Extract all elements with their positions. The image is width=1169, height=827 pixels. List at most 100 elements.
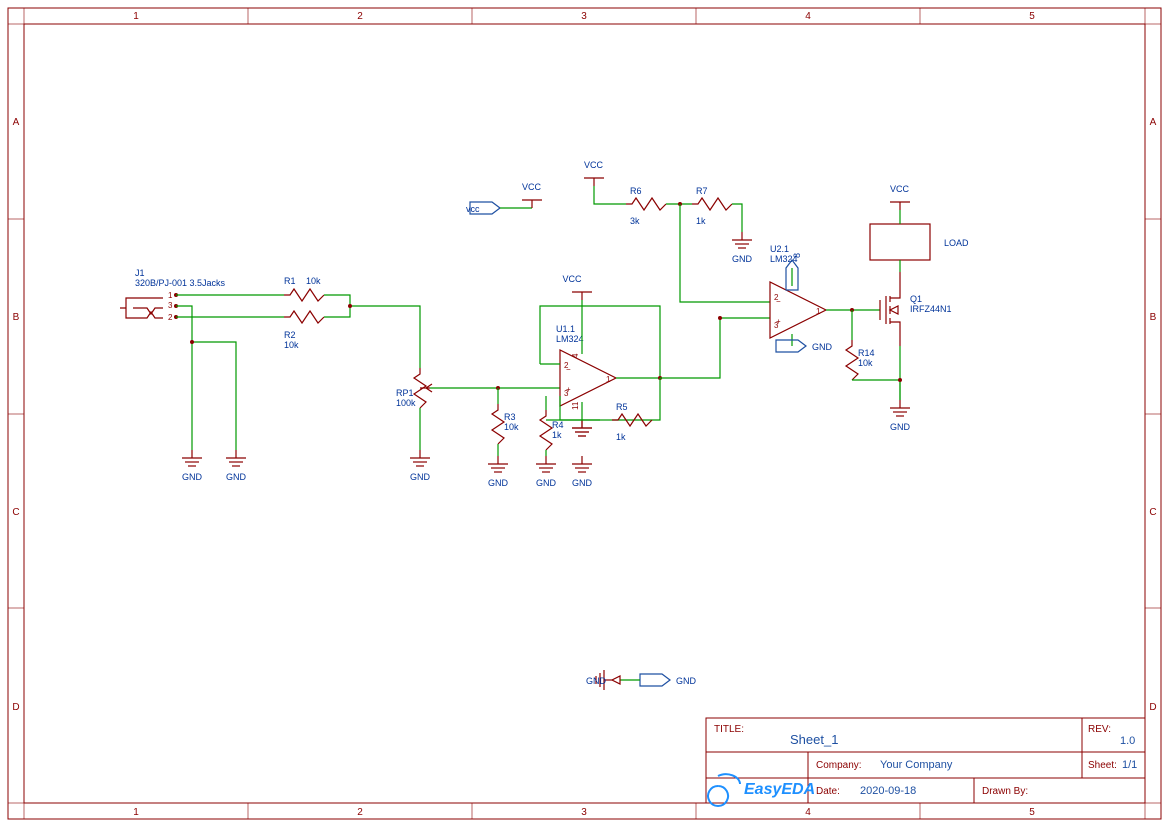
col-3-bot: 3 <box>581 807 587 818</box>
svg-text:+: + <box>776 317 781 326</box>
resistor-r5: R5 1k <box>546 378 660 442</box>
sheet-label: Sheet: <box>1088 760 1117 771</box>
r14-val: 10k <box>858 358 873 368</box>
gnd-port-text: GND <box>676 676 697 686</box>
row-c-left: C <box>12 507 19 518</box>
row-d-left: D <box>12 702 19 713</box>
gnd-q1: GND <box>890 422 911 432</box>
u2-ref: U2.1 <box>770 244 789 254</box>
vcc-top: VCC <box>584 160 604 170</box>
col-2-bot: 2 <box>357 807 363 818</box>
resistor-r3: R3 10k <box>492 404 519 444</box>
row-b-right: B <box>1150 312 1157 323</box>
svg-text:11: 11 <box>571 401 580 410</box>
easyeda-logo: EasyEDA <box>708 774 815 806</box>
col-2-top: 2 <box>357 11 363 22</box>
vcc-port-text: vcc <box>466 204 480 214</box>
r14-ref: R14 <box>858 348 875 358</box>
resistor-r2: R2 10k <box>284 311 324 350</box>
r2-ref: R2 <box>284 330 296 340</box>
opamp-u1: U1.1 LM324 2 3 1 4 11 − + <box>556 324 616 410</box>
gnd-r3: GND <box>488 478 509 488</box>
gnd-r7: GND <box>732 254 753 264</box>
vcc-netlabel: vcc VCC <box>466 182 542 214</box>
drawn-label: Drawn By: <box>982 786 1028 797</box>
r4-ref: R4 <box>552 420 564 430</box>
u1-val: LM324 <box>556 334 584 344</box>
circuit: J1 320B/PJ-001 3.5Jacks 1 3 2 GND GND R1… <box>120 160 969 690</box>
j1-val: 320B/PJ-001 3.5Jacks <box>135 278 226 288</box>
j1-ref: J1 <box>135 268 145 278</box>
col-5-bot: 5 <box>1029 807 1035 818</box>
svg-text:1: 1 <box>606 375 611 384</box>
r3-val: 10k <box>504 422 519 432</box>
svg-text:+: + <box>566 385 571 394</box>
col-3-top: 3 <box>581 11 587 22</box>
j1-pin1: 1 <box>168 291 173 300</box>
gnd-u1: GND <box>572 478 593 488</box>
row-b-left: B <box>13 312 20 323</box>
j1-pin2: 2 <box>168 313 173 322</box>
gnd-j1b: GND <box>226 472 247 482</box>
schematic-sheet: 1 2 3 4 5 1 2 3 4 5 A B C D A B C D <box>0 0 1169 827</box>
svg-text:−: − <box>776 297 781 306</box>
resistor-r6: R6 3k <box>626 186 666 226</box>
date-value: 2020-09-18 <box>860 785 916 797</box>
col-5-top: 5 <box>1029 11 1035 22</box>
q1-val: IRFZ44N1 <box>910 304 952 314</box>
pot-rp1: RP1 100k <box>396 368 470 408</box>
r3-ref: R3 <box>504 412 516 422</box>
u2-gnd-lbl: GND <box>812 342 833 352</box>
rp1-ref: RP1 <box>396 388 414 398</box>
logo-text: EasyEDA <box>744 781 815 798</box>
r4-val: 1k <box>552 430 562 440</box>
mosfet-q1: Q1 IRFZ44N1 <box>880 272 952 346</box>
rp1-val: 100k <box>396 398 416 408</box>
r6-ref: R6 <box>630 186 642 196</box>
rev-value: 1.0 <box>1120 735 1135 747</box>
resistor-r4: R4 1k GND <box>536 396 564 488</box>
row-a-left: A <box>13 117 20 128</box>
rev-label: REV: <box>1088 724 1111 735</box>
r7-ref: R7 <box>696 186 708 196</box>
gnd-r4: GND <box>536 478 557 488</box>
date-label: Date: <box>816 786 840 797</box>
resistor-r14: R14 10k <box>846 310 900 400</box>
vcc-u1: VCC <box>562 274 582 284</box>
resistor-r7: R7 1k <box>692 186 732 226</box>
gnd-netlabel: GND GND <box>586 670 697 690</box>
title-value: Sheet_1 <box>790 732 838 747</box>
sheet-frame: 1 2 3 4 5 1 2 3 4 5 A B C D A B C D <box>8 8 1161 819</box>
sheet-value: 1/1 <box>1122 759 1137 771</box>
vcc-load: VCC <box>890 184 910 194</box>
row-c-right: C <box>1149 507 1156 518</box>
title-label: TITLE: <box>714 724 744 735</box>
row-d-right: D <box>1149 702 1156 713</box>
col-1-bot: 1 <box>133 807 139 818</box>
u2-gnd-port: GND <box>776 334 833 352</box>
r5-val: 1k <box>616 432 626 442</box>
u1-ref: U1.1 <box>556 324 575 334</box>
r2-val: 10k <box>284 340 299 350</box>
r7-val: 1k <box>696 216 706 226</box>
col-4-bot: 4 <box>805 807 811 818</box>
col-4-top: 4 <box>805 11 811 22</box>
r1-val: 10k <box>306 276 321 286</box>
svg-text:−: − <box>566 365 571 374</box>
company-label: Company: <box>816 760 862 771</box>
gnd-sym-text: GND <box>586 676 607 686</box>
row-a-right: A <box>1150 117 1157 128</box>
load-block: LOAD VCC <box>870 184 969 272</box>
svg-text:1: 1 <box>816 307 821 316</box>
company-value: Your Company <box>880 759 953 771</box>
r6-val: 3k <box>630 216 640 226</box>
svg-text:8: 8 <box>792 253 802 258</box>
title-block: TITLE: Sheet_1 REV: 1.0 Company: Your Co… <box>706 718 1145 806</box>
gnd-rp1: GND <box>410 472 431 482</box>
r1-ref: R1 <box>284 276 296 286</box>
q1-ref: Q1 <box>910 294 922 304</box>
load-label: LOAD <box>944 238 969 248</box>
vcc-bar-text: VCC <box>522 182 542 192</box>
col-1-top: 1 <box>133 11 139 22</box>
svg-text:4: 4 <box>571 353 580 358</box>
